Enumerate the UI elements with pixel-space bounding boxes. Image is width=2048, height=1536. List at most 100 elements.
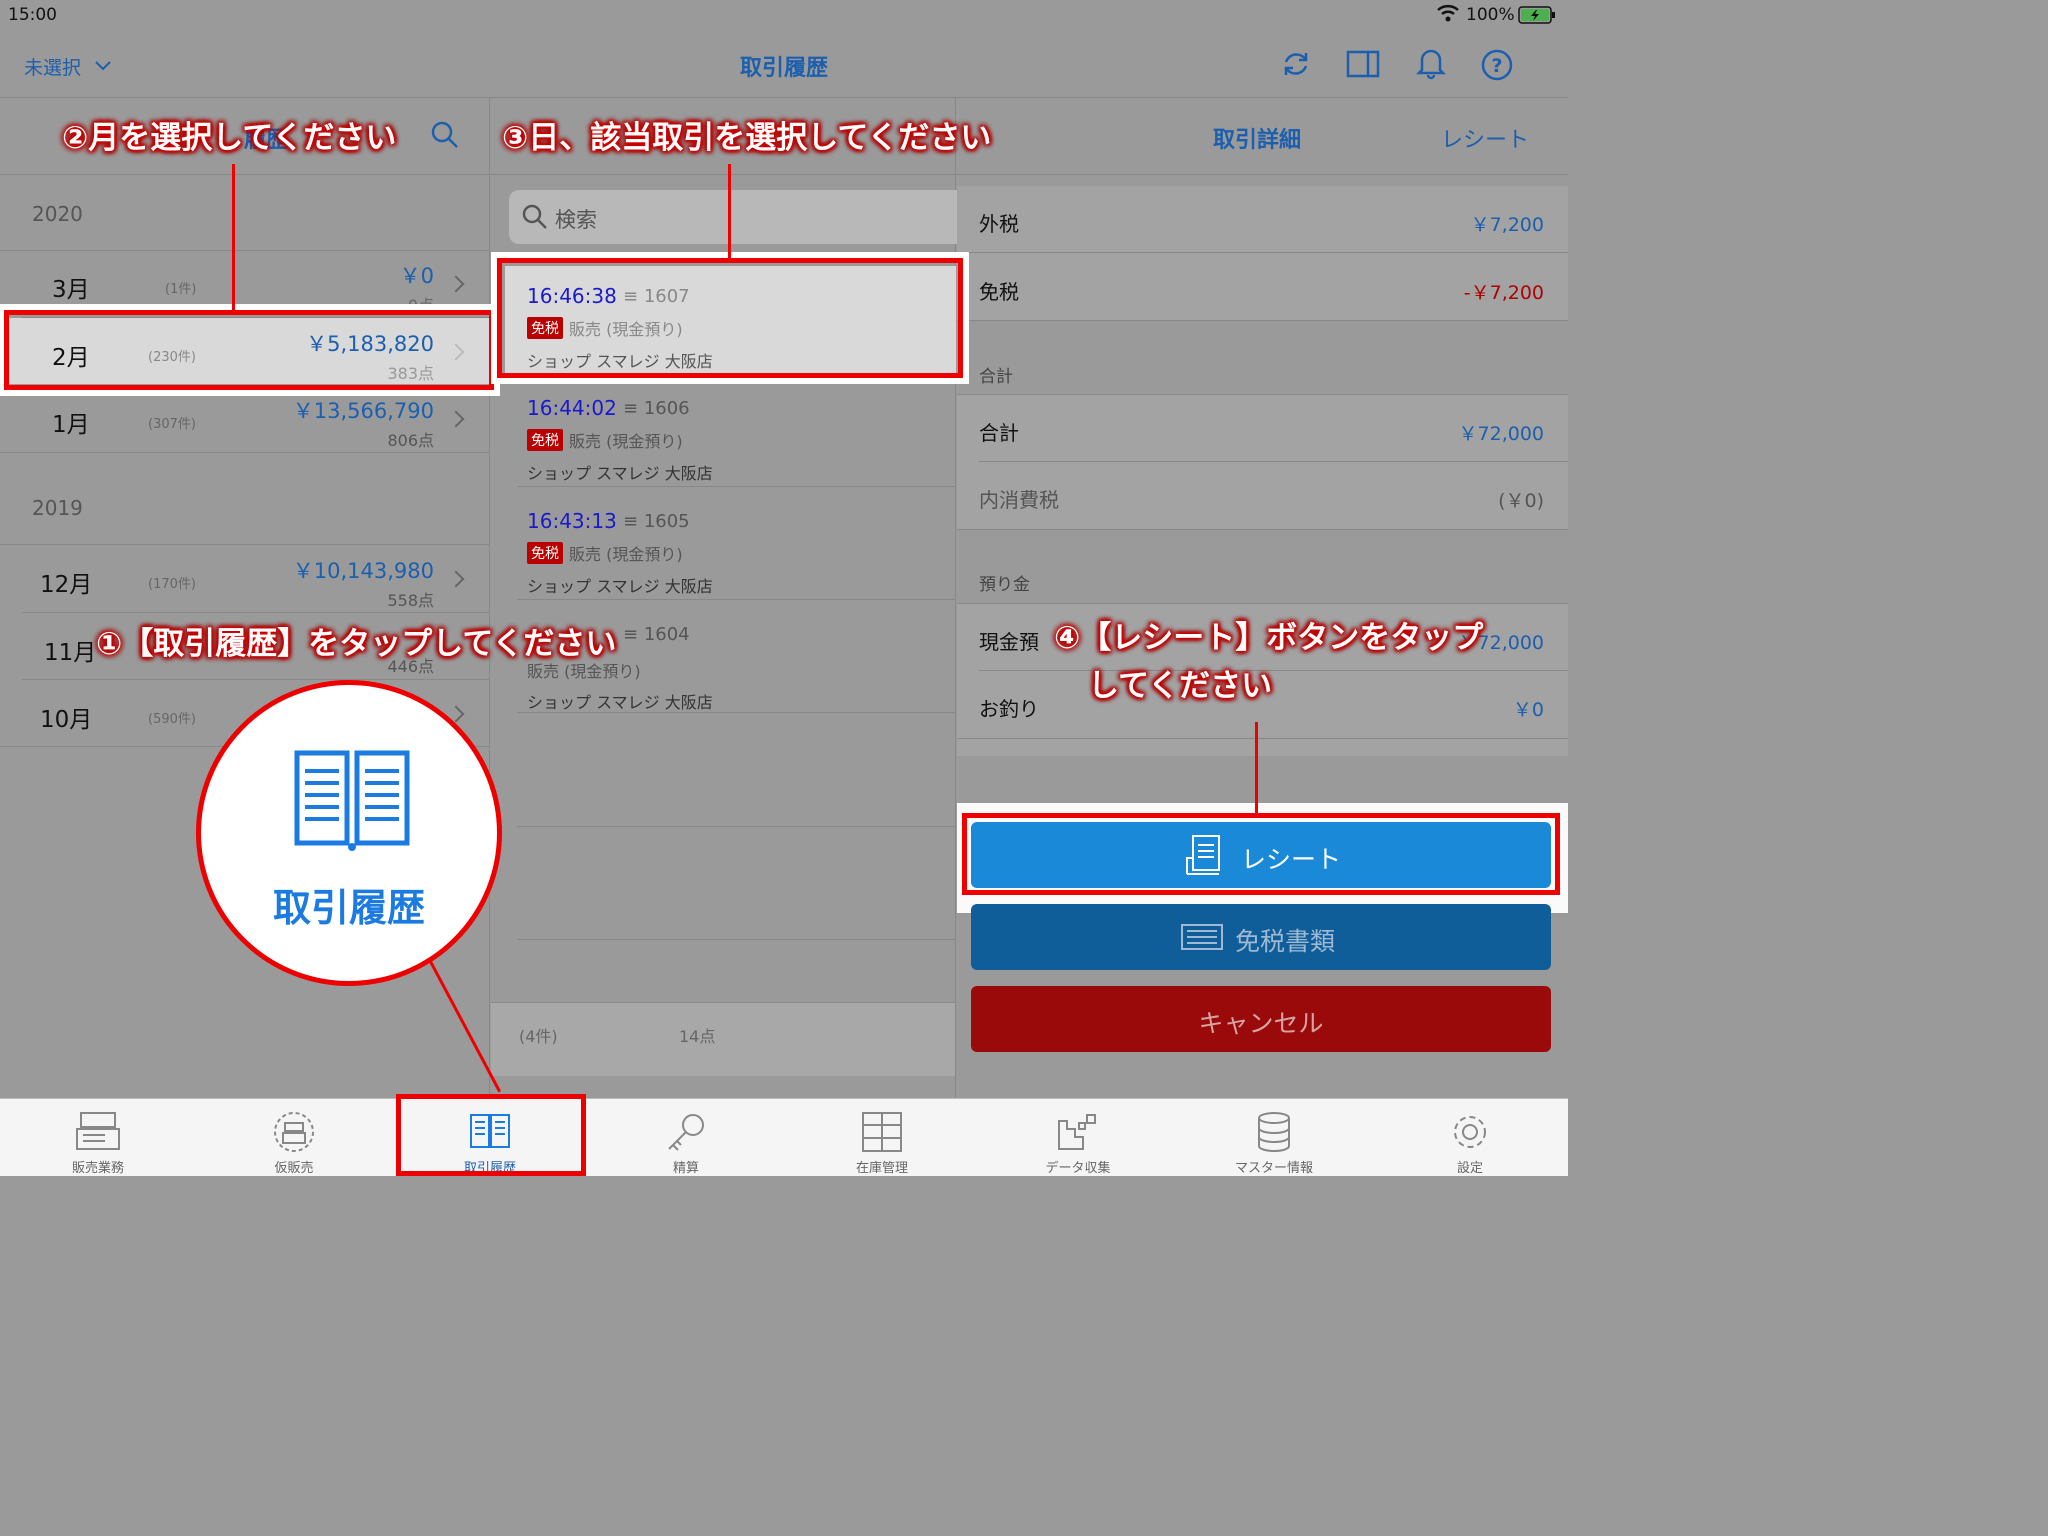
cabinet-icon bbox=[859, 1111, 905, 1157]
year-header: 2020 bbox=[32, 202, 83, 226]
month-points: 806点 bbox=[387, 431, 434, 450]
transaction-time: 16:43:13 bbox=[527, 509, 617, 533]
annotation-step4-line1: ④【レシート】ボタンをタップ bbox=[1054, 620, 1484, 656]
month-count: (1件) bbox=[165, 282, 197, 297]
month-count: (590件) bbox=[148, 712, 196, 727]
cancel-button[interactable]: キャンセル bbox=[971, 986, 1551, 1052]
zoom-callout: 取引履歴 bbox=[196, 680, 502, 986]
status-bar: 15:00 100% bbox=[0, 0, 1568, 32]
transaction-shop: ショップ スマレジ 大阪店 bbox=[527, 464, 713, 483]
change-value: ￥0 bbox=[1512, 699, 1544, 721]
month-row[interactable]: 12月 (170件) ￥10,143,980 558点 bbox=[0, 545, 490, 611]
refresh-icon[interactable] bbox=[1280, 48, 1312, 84]
transaction-number: ≡ 1605 bbox=[623, 511, 690, 532]
section-spacer bbox=[957, 321, 1568, 395]
transactions-pane: 検索 16:46:38 ≡ 1607 免税 販売 (現金預り) ショップ スマレジ… bbox=[491, 98, 969, 1098]
annotation-step4-line2: してください bbox=[1088, 668, 1273, 704]
cancel-button-label: キャンセル bbox=[1198, 1009, 1324, 1038]
tab-bar: 販売業務 仮販売 取引履歴 精算 在庫管理 データ収集 マスター情報 設定 bbox=[0, 1098, 1568, 1176]
tab-inventory[interactable]: 在庫管理 bbox=[784, 1099, 980, 1176]
status-time: 15:00 bbox=[8, 5, 57, 25]
outer-tax-label: 外税 bbox=[979, 212, 1019, 236]
annotation-step1: ①【取引履歴】をタップしてください bbox=[96, 626, 617, 662]
book-icon bbox=[293, 749, 411, 857]
database-icon bbox=[1251, 1111, 1297, 1157]
bell-icon[interactable] bbox=[1415, 46, 1447, 84]
temp-sale-icon bbox=[271, 1111, 317, 1157]
top-navbar: 未選択 取引履歴 ? bbox=[0, 32, 1568, 98]
pointer-line bbox=[728, 164, 731, 258]
footer-points: 14点 bbox=[679, 1027, 716, 1046]
total-section-header: 合計 bbox=[979, 367, 1013, 387]
transaction-type: 免税 販売 (現金預り) bbox=[527, 541, 683, 565]
tab-detail[interactable]: 取引詳細 bbox=[1213, 122, 1301, 154]
transaction-type-label: 販売 (現金預り) bbox=[569, 545, 683, 564]
document-icon bbox=[1181, 924, 1223, 956]
key-icon bbox=[663, 1111, 709, 1157]
month-count: (307件) bbox=[148, 417, 196, 432]
split-view-icon[interactable] bbox=[1346, 50, 1380, 82]
transaction-number-value: 1606 bbox=[643, 398, 690, 419]
transaction-row[interactable]: 16:44:02 ≡ 1606 免税 販売 (現金預り) ショップ スマレジ 大阪… bbox=[505, 388, 956, 486]
help-icon[interactable]: ? bbox=[1481, 49, 1513, 85]
transaction-row[interactable]: 16:43:13 ≡ 1605 免税 販売 (現金預り) ショップ スマレジ 大阪… bbox=[505, 501, 956, 599]
outer-tax-value: ￥7,200 bbox=[1470, 214, 1544, 236]
register-icon bbox=[75, 1111, 121, 1157]
tab-data-collection[interactable]: データ収集 bbox=[980, 1099, 1176, 1176]
cash-deposit-label: 現金預 bbox=[979, 630, 1039, 654]
chevron-right-icon bbox=[447, 275, 465, 293]
footer-count: (4件) bbox=[519, 1027, 558, 1046]
page-title: 取引履歴 bbox=[739, 56, 828, 81]
pointer-line bbox=[1255, 722, 1258, 813]
transaction-shop: ショップ スマレジ 大阪店 bbox=[527, 577, 713, 596]
wifi-icon bbox=[1436, 3, 1460, 28]
transaction-time: 16:44:02 bbox=[527, 396, 617, 420]
tab-temp-sale[interactable]: 仮販売 bbox=[196, 1099, 392, 1176]
tab-sales[interactable]: 販売業務 bbox=[0, 1099, 196, 1176]
month-amount: ￥10,143,980 bbox=[292, 559, 434, 583]
transactions-footer: (4件) 14点 bbox=[491, 1002, 955, 1076]
month-label: 12月 bbox=[40, 572, 93, 598]
section-spacer bbox=[957, 530, 1568, 603]
month-label: 11月 bbox=[44, 640, 97, 666]
tab-label: 在庫管理 bbox=[855, 1161, 908, 1176]
tab-label: データ収集 bbox=[1045, 1161, 1111, 1176]
search-placeholder: 検索 bbox=[555, 208, 597, 232]
detail-pane: 取引詳細 レシート 外税 ￥7,200 免税 -￥7,200 合計 合計 ￥72… bbox=[957, 98, 1568, 1098]
deposit-section-header: 預り金 bbox=[979, 575, 1030, 595]
svg-text:?: ? bbox=[1491, 55, 1502, 77]
highlight-month bbox=[4, 310, 494, 390]
inner-tax-label: 内消費税 bbox=[979, 488, 1059, 512]
transaction-type-label: 販売 (現金預り) bbox=[569, 432, 683, 451]
tab-master[interactable]: マスター情報 bbox=[1176, 1099, 1372, 1176]
total-label: 合計 bbox=[979, 421, 1019, 445]
tab-settlement[interactable]: 精算 bbox=[588, 1099, 784, 1176]
tax-free-badge: 免税 bbox=[527, 429, 563, 451]
year-header: 2019 bbox=[32, 496, 83, 520]
pointer-line bbox=[232, 164, 235, 310]
tax-free-value: -￥7,200 bbox=[1463, 282, 1544, 304]
tax-free-docs-button[interactable]: 免税書類 bbox=[971, 904, 1551, 970]
transaction-shop: ショップ スマレジ 大阪店 bbox=[527, 693, 713, 712]
transaction-number-value: 1605 bbox=[643, 511, 690, 532]
month-row[interactable]: 3月 (1件) ￥0 0点 bbox=[0, 250, 490, 317]
tab-settings[interactable]: 設定 bbox=[1372, 1099, 1568, 1176]
battery-icon bbox=[1518, 6, 1556, 29]
search-icon[interactable] bbox=[430, 120, 460, 154]
tab-receipt[interactable]: レシート bbox=[1441, 122, 1529, 154]
search-icon bbox=[521, 203, 549, 235]
total-value: ￥72,000 bbox=[1458, 423, 1544, 445]
highlight-history-tab bbox=[396, 1094, 586, 1176]
month-row[interactable]: 1月 (307件) ￥13,566,790 806点 bbox=[0, 385, 490, 451]
inner-tax-value: (￥0) bbox=[1498, 490, 1544, 512]
tab-label: 販売業務 bbox=[71, 1161, 124, 1176]
search-field[interactable]: 検索 bbox=[509, 190, 969, 244]
chevron-right-icon bbox=[447, 570, 465, 588]
transaction-number: ≡ 1604 bbox=[623, 624, 690, 645]
annotation-step2: ②月を選択してください bbox=[62, 120, 397, 156]
highlight-transaction bbox=[497, 258, 963, 378]
screen: 15:00 100% 未選択 取引履歴 ? 履歴 2020 3月 (1件) ￥0… bbox=[0, 0, 1568, 1176]
zoom-callout-label: 取引履歴 bbox=[272, 886, 425, 930]
transaction-number-value: 1604 bbox=[643, 624, 690, 645]
annotation-step3: ③日、該当取引を選択してください bbox=[502, 120, 992, 156]
